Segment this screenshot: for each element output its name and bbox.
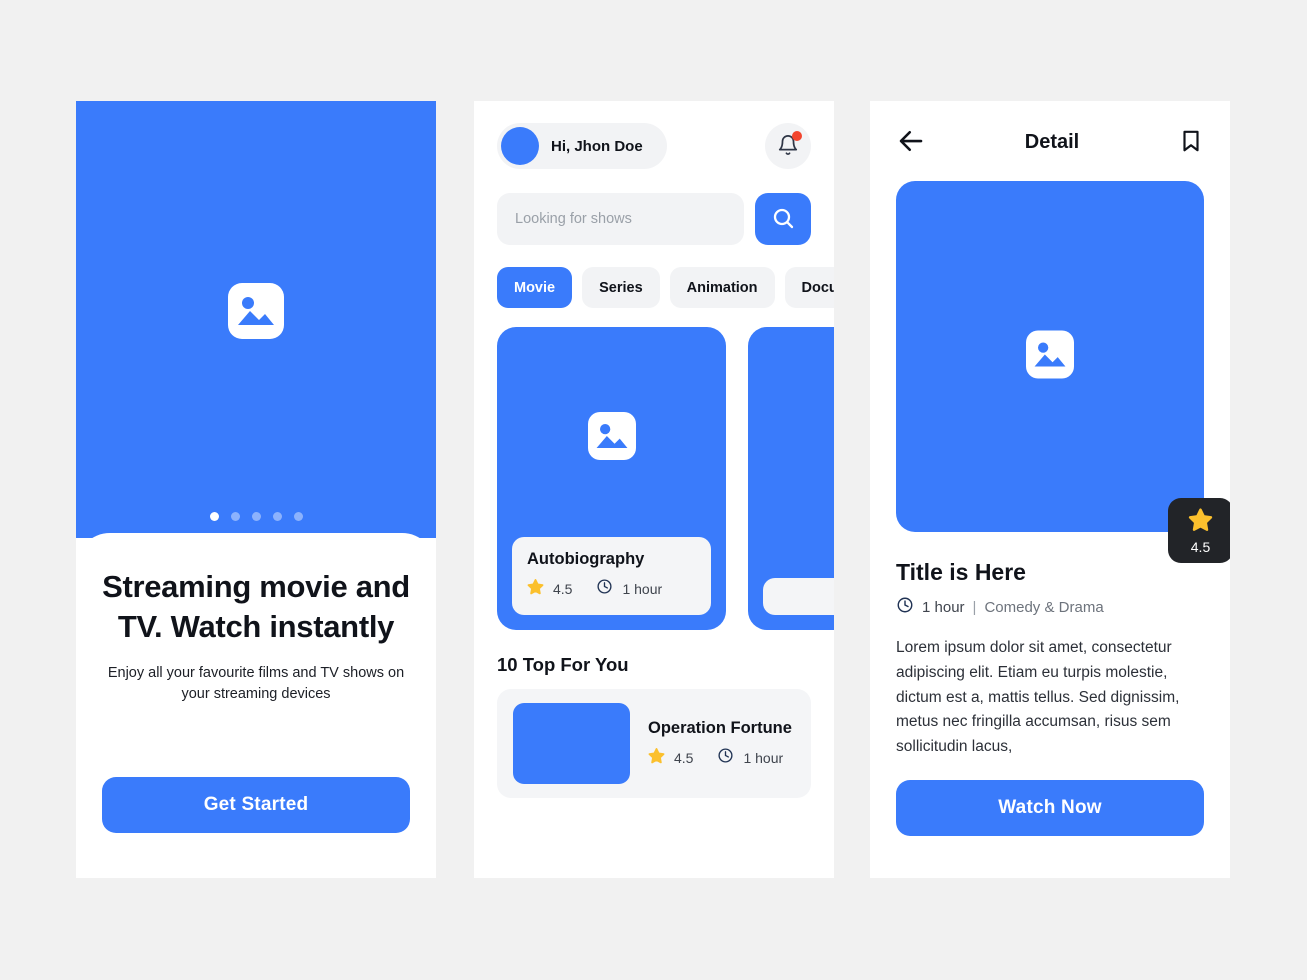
pagination-dot[interactable] [293, 512, 303, 521]
movie-duration: 1 hour [922, 599, 965, 616]
list-item-duration: 1 hour [743, 749, 784, 766]
category-chip-documentary[interactable]: Docum [784, 267, 834, 308]
list-item-thumbnail [513, 703, 630, 784]
list-item-text: Operation Fortune 4.5 1 hour [648, 719, 792, 769]
pagination-dots[interactable] [76, 512, 436, 521]
star-icon [1188, 507, 1213, 537]
list-item-meta: 4.5 1 hour [648, 747, 792, 769]
image-placeholder-icon [228, 283, 284, 344]
rating-badge: 4.5 [1168, 498, 1230, 563]
featured-card-rating: 4.5 [553, 581, 573, 597]
star-icon [527, 578, 544, 600]
meta-separator: | [972, 599, 977, 616]
list-item-rating: 4.5 [674, 749, 694, 766]
watch-now-button[interactable]: Watch Now [896, 780, 1204, 836]
notification-button[interactable] [765, 123, 811, 169]
pagination-dot[interactable] [272, 512, 282, 521]
onboarding-subtext: Enjoy all your favourite films and TV sh… [107, 665, 405, 703]
search-row [497, 193, 811, 245]
featured-cards-row: Autobiography 4.5 1 hour [497, 327, 834, 630]
get-started-wrap: Get Started [102, 777, 410, 833]
rating-value: 4.5 [1190, 538, 1211, 555]
greeting-text: Hi, Jhon Doe [551, 137, 643, 155]
featured-card[interactable] [748, 327, 834, 630]
featured-card-info: Autobiography 4.5 1 hour [512, 537, 711, 615]
back-button[interactable] [896, 126, 926, 159]
detail-screen: Detail 4.5 Title is Here 1 hour | Comedy… [870, 101, 1230, 878]
featured-card-meta: 4.5 1 hour [527, 578, 696, 600]
movie-description: Lorem ipsum dolor sit amet, consectetur … [896, 639, 1180, 756]
star-icon [648, 747, 665, 769]
arrow-left-icon [896, 126, 926, 159]
onboarding-hero [76, 101, 436, 538]
watch-now-wrap: Watch Now [896, 780, 1204, 836]
top-section-title: 10 Top For You [497, 654, 629, 675]
mockup-canvas: Streaming movie and TV. Watch instantly … [0, 0, 1307, 980]
pagination-dot[interactable] [209, 512, 219, 521]
home-content: Hi, Jhon Doe Looking for shows Movie Ser… [474, 101, 834, 798]
featured-card-info [763, 578, 834, 615]
movie-title: Title is Here [896, 559, 1026, 585]
page-title: Detail [1024, 131, 1080, 153]
search-input[interactable] [497, 193, 744, 245]
list-item[interactable]: Operation Fortune 4.5 1 hour [497, 689, 811, 798]
pagination-dot[interactable] [251, 512, 261, 521]
avatar [501, 127, 539, 165]
get-started-button[interactable]: Get Started [102, 777, 410, 833]
onboarding-screen: Streaming movie and TV. Watch instantly … [76, 101, 436, 878]
search-icon [771, 206, 795, 233]
movie-genre: Comedy & Drama [984, 599, 1104, 616]
search-button[interactable] [755, 193, 811, 245]
category-chip-animation[interactable]: Animation [669, 267, 775, 308]
clock-icon [596, 578, 613, 600]
featured-card-title: Autobiography [527, 550, 645, 568]
detail-poster: 4.5 [896, 181, 1230, 563]
list-item-title: Operation Fortune [648, 718, 792, 737]
bookmark-button[interactable] [1178, 128, 1204, 157]
detail-header: Detail [870, 101, 1230, 159]
onboarding-headline: Streaming movie and TV. Watch instantly [102, 569, 410, 644]
category-chip-movie[interactable]: Movie [497, 267, 573, 308]
user-greeting-pill[interactable]: Hi, Jhon Doe [497, 123, 667, 169]
image-placeholder-icon [587, 412, 636, 465]
clock-icon [717, 747, 734, 769]
movie-meta: 1 hour | Comedy & Drama [896, 596, 1204, 619]
featured-card-duration: 1 hour [622, 581, 663, 597]
detail-body: Title is Here 1 hour | Comedy & Drama Lo… [870, 532, 1230, 760]
pagination-dot[interactable] [230, 512, 240, 521]
category-chip-series[interactable]: Series [582, 267, 660, 308]
featured-card[interactable]: Autobiography 4.5 1 hour [497, 327, 726, 630]
notification-badge [792, 131, 802, 141]
home-header: Hi, Jhon Doe [497, 123, 811, 169]
category-chips: Movie Series Animation Docum [497, 267, 834, 308]
image-placeholder-icon [1026, 330, 1074, 383]
clock-icon [896, 596, 914, 619]
bookmark-icon [1178, 128, 1204, 157]
home-screen: Hi, Jhon Doe Looking for shows Movie Ser… [474, 101, 834, 878]
